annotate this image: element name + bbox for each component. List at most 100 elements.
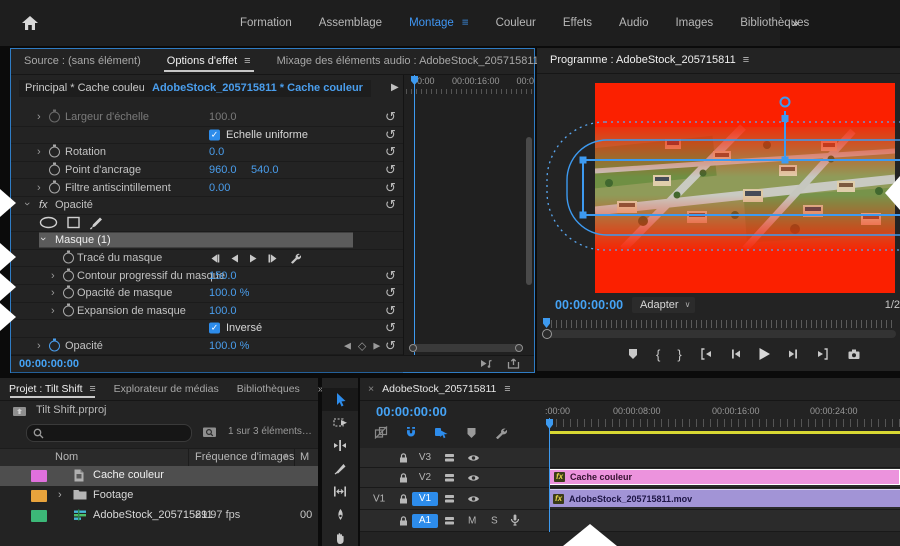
zoom-scrollbar[interactable] — [543, 330, 896, 338]
antiflicker-value[interactable]: 0.00 — [209, 182, 230, 194]
lock-icon[interactable] — [398, 452, 409, 463]
reset-icon[interactable]: ↺ — [385, 268, 396, 284]
zoom-scrollbar-knob[interactable] — [542, 329, 552, 339]
go-to-in-button[interactable] — [699, 348, 712, 360]
next-keyframe-icon[interactable]: ▶ — [373, 341, 380, 352]
play-audio-icon[interactable] — [480, 358, 493, 369]
program-playhead[interactable] — [543, 318, 550, 328]
go-to-out-button[interactable] — [817, 348, 830, 360]
lock-icon[interactable] — [398, 515, 409, 526]
eye-icon[interactable] — [467, 453, 480, 462]
effect-timecode[interactable]: 00:00:00:00 — [19, 358, 79, 370]
column-name[interactable]: Nom — [55, 451, 78, 463]
anchor-x-value[interactable]: 960.0 — [209, 164, 237, 176]
track-backward-icon[interactable] — [209, 253, 220, 263]
project-row-footage[interactable]: › Footage — [0, 486, 318, 506]
reset-icon[interactable]: ↺ — [385, 127, 396, 143]
reset-icon[interactable]: ↺ — [385, 109, 396, 125]
tab-media-browser[interactable]: Explorateur de médias — [105, 378, 228, 400]
scale-width-value[interactable]: 100.0 — [209, 111, 237, 123]
prev-keyframe-icon[interactable]: ◀ — [344, 341, 351, 352]
stopwatch-icon[interactable] — [49, 182, 60, 193]
linked-selection-icon[interactable] — [434, 426, 449, 439]
label-color-swatch[interactable] — [31, 510, 47, 522]
uniform-scale-checkbox[interactable]: ✓ — [209, 129, 220, 140]
reset-icon[interactable]: ↺ — [385, 320, 396, 336]
panel-menu-icon[interactable]: ≡ — [244, 55, 250, 67]
program-scrub-area[interactable] — [543, 318, 896, 340]
stopwatch-icon-active[interactable] — [49, 341, 60, 352]
workspace-tab-couleur[interactable]: Couleur — [496, 17, 536, 29]
column-m-clipped[interactable]: M — [300, 451, 309, 463]
solo-button[interactable]: S — [491, 515, 498, 526]
vertical-scrollbar[interactable] — [526, 137, 532, 285]
reset-icon[interactable]: ↺ — [385, 197, 396, 213]
track-v3-target[interactable]: V3 — [412, 451, 438, 465]
reset-icon[interactable]: ↺ — [385, 285, 396, 301]
mute-button[interactable]: M — [468, 515, 476, 526]
expand-icon[interactable]: › — [37, 146, 41, 158]
add-marker-button[interactable] — [627, 348, 639, 360]
reset-icon[interactable]: ↺ — [385, 180, 396, 196]
reset-icon[interactable]: ↺ — [385, 144, 396, 160]
expand-icon[interactable]: › — [37, 340, 41, 352]
expand-icon[interactable]: › — [37, 111, 41, 123]
sequence-clip-name[interactable]: AdobeStock_205715811 * Cache couleur — [144, 80, 371, 97]
stopwatch-icon[interactable] — [49, 147, 60, 158]
stopwatch-icon[interactable] — [63, 253, 74, 264]
track-a1-target[interactable]: A1 — [412, 514, 438, 528]
rotation-value[interactable]: 0.0 — [209, 146, 224, 158]
snap-magnet-icon[interactable] — [405, 426, 417, 439]
play-toggle-icon[interactable]: ▶ — [391, 82, 399, 93]
close-icon[interactable]: × — [368, 383, 374, 395]
label-color-swatch[interactable] — [31, 490, 47, 502]
lock-icon[interactable] — [398, 493, 409, 504]
search-input[interactable] — [26, 424, 192, 442]
mark-out-button[interactable]: } — [677, 347, 681, 362]
workspace-tab-montage[interactable]: Montage≡ — [409, 17, 468, 29]
folder-up-icon[interactable] — [12, 405, 27, 417]
program-timecode[interactable]: 00:00:00:00 — [555, 298, 623, 312]
workspace-tab-formation[interactable]: Formation — [240, 17, 292, 29]
source-patch-v1[interactable]: V1 — [373, 493, 385, 504]
track-select-forward-tool[interactable] — [322, 411, 358, 434]
column-framerate[interactable]: Fréquence d'images — [195, 451, 294, 463]
clip-cache-couleur[interactable]: fx Cache couleur — [549, 469, 900, 485]
panel-menu-icon[interactable]: ≡ — [504, 383, 510, 395]
ripple-edit-tool[interactable] — [322, 434, 358, 457]
voiceover-mic-icon[interactable] — [510, 514, 520, 527]
project-row-cache-couleur[interactable]: Cache couleur — [0, 466, 318, 486]
clip-adobestock-mov[interactable]: fx AdobeStock_205715811.mov — [549, 489, 900, 507]
frame-backward-icon[interactable] — [230, 253, 239, 263]
workspace-tab-audio[interactable]: Audio — [619, 17, 648, 29]
export-frame-button[interactable] — [847, 348, 861, 360]
sync-lock-icon[interactable] — [444, 494, 455, 504]
slip-tool[interactable] — [322, 480, 358, 503]
stopwatch-icon[interactable] — [63, 305, 74, 316]
razor-tool[interactable] — [322, 457, 358, 480]
expand-icon[interactable]: › — [51, 305, 55, 317]
mark-in-button[interactable]: { — [656, 347, 660, 362]
workspace-tab-images[interactable]: Images — [675, 17, 713, 29]
track-v2-target[interactable]: V2 — [412, 471, 438, 485]
timeline-timecode[interactable]: 00:00:00:00 — [376, 404, 447, 419]
play-button[interactable] — [758, 347, 771, 361]
sync-lock-icon[interactable] — [444, 453, 455, 463]
panel-menu-icon[interactable]: ≡ — [743, 54, 749, 66]
horizontal-scrollbar[interactable] — [410, 344, 522, 352]
selection-tool[interactable] — [322, 388, 358, 411]
timeline-settings-wrench-icon[interactable] — [494, 427, 507, 439]
tab-project[interactable]: Projet : Tilt Shift≡ — [0, 378, 105, 400]
effect-mini-timeline[interactable]: 00:00 00:00:16:00 00:0 — [403, 75, 534, 356]
hand-tool[interactable] — [322, 526, 358, 546]
zoom-level-select[interactable]: Adapter∨ — [632, 297, 695, 313]
expand-icon[interactable]: › — [58, 489, 62, 501]
workspace-tab-assemblage[interactable]: Assemblage — [319, 17, 382, 29]
track-v1-target[interactable]: V1 — [412, 492, 438, 506]
sync-lock-icon[interactable] — [444, 473, 455, 483]
tab-audio-clip-mixer[interactable]: Mixage des éléments audio : AdobeStock_2… — [264, 49, 552, 74]
mask-expansion-value[interactable]: 100.0 — [209, 305, 237, 317]
mask-opacity-value[interactable]: 100.0 % — [209, 287, 249, 299]
panel-menu-icon[interactable]: ≡ — [90, 383, 96, 395]
timeline-ruler[interactable]: :00:00 00:00:08:00 00:00:16:00 00:00:24:… — [549, 402, 900, 434]
